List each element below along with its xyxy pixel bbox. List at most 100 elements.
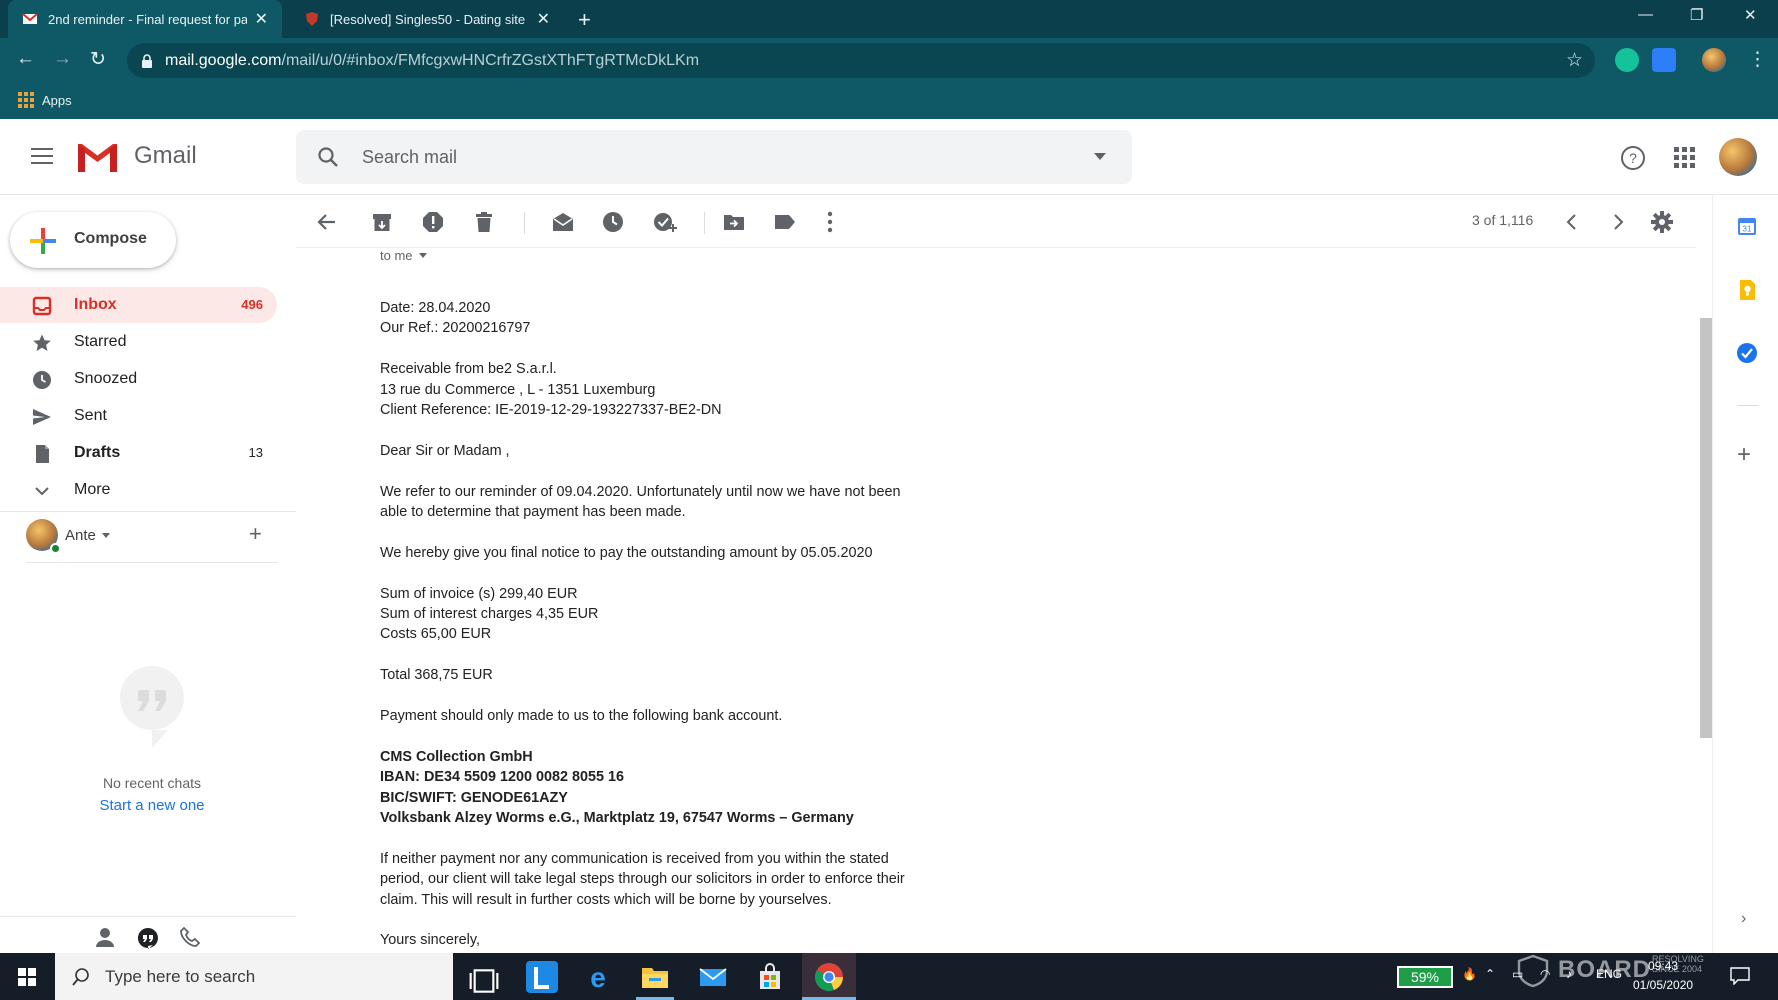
side-panel-divider: [1737, 405, 1759, 406]
taskbar-search[interactable]: Type here to search: [55, 953, 453, 1000]
plus-icon: [30, 228, 56, 254]
svg-text:?: ?: [1629, 150, 1637, 166]
battery-indicator[interactable]: 59%: [1397, 966, 1453, 988]
envelope-icon: [699, 968, 727, 986]
hide-side-panel-icon[interactable]: ›: [1741, 910, 1746, 928]
lightshot-app-icon[interactable]: [526, 961, 558, 993]
store-app-icon[interactable]: [754, 961, 786, 993]
message-toolbar: 3 of 1,116: [296, 196, 1696, 248]
body-line: able to determine that payment has been …: [380, 504, 686, 521]
nav-item-inbox[interactable]: Inbox 496: [0, 287, 277, 323]
tray-flame-icon[interactable]: 🔥: [1462, 967, 1477, 981]
archive-icon[interactable]: [371, 211, 393, 233]
search-options-icon[interactable]: [1094, 153, 1106, 160]
message-view: to me Date: 28.04.2020 Our Ref.: 2020021…: [380, 248, 1690, 953]
star-icon: [33, 334, 51, 351]
keep-icon[interactable]: [1736, 279, 1758, 301]
apps-bookmark[interactable]: Apps: [18, 92, 72, 108]
google-apps-icon[interactable]: [1672, 145, 1696, 169]
edge-app-icon[interactable]: e: [582, 961, 614, 993]
details-caret-icon[interactable]: [418, 253, 427, 258]
settings-gear-icon[interactable]: [1651, 211, 1673, 233]
url-field[interactable]: mail.google.com/mail/u/0/#inbox/FMfcgxwH…: [127, 43, 1595, 78]
gmail-wordmark: Gmail: [134, 142, 197, 169]
body-line: We refer to our reminder of 09.04.2020. …: [380, 483, 901, 500]
show-hidden-icons[interactable]: ⌃: [1485, 967, 1495, 981]
bank-line: Volksbank Alzey Worms e.G., Marktplatz 1…: [380, 810, 854, 827]
bookmark-star-icon[interactable]: ☆: [1566, 49, 1583, 72]
body-line: Our Ref.: 20200216797: [380, 320, 531, 337]
taskbar-search-placeholder: Type here to search: [105, 966, 256, 986]
browser-menu-icon[interactable]: ⋮: [1748, 48, 1767, 71]
back-to-inbox-icon[interactable]: [316, 211, 338, 233]
newer-icon[interactable]: [1562, 211, 1582, 233]
close-window-icon[interactable]: ✕: [1744, 6, 1757, 24]
restore-icon[interactable]: ❐: [1690, 6, 1703, 24]
user-name: Ante: [65, 527, 96, 544]
start-new-chat-link[interactable]: Start a new one: [0, 797, 304, 814]
help-icon[interactable]: ?: [1620, 145, 1646, 171]
label-icon[interactable]: [774, 211, 796, 233]
tab-title: 2nd reminder - Final request for payment: [48, 11, 247, 27]
delete-icon[interactable]: [473, 211, 495, 233]
pagination-text: 3 of 1,116: [1472, 212, 1534, 228]
main-menu-icon[interactable]: [31, 148, 53, 169]
minimize-icon[interactable]: —: [1638, 6, 1653, 23]
start-button-icon[interactable]: [18, 968, 36, 986]
browser-tab-singles50[interactable]: [Resolved] Singles50 - Dating site ✕: [290, 0, 564, 38]
close-tab-icon[interactable]: ✕: [537, 9, 550, 29]
extension-icon[interactable]: [1652, 48, 1676, 72]
snooze-icon[interactable]: [602, 211, 624, 233]
hangouts-chat-icon[interactable]: [136, 926, 160, 950]
user-menu-caret-icon[interactable]: [102, 533, 110, 538]
message-scrollbar[interactable]: [1700, 318, 1712, 738]
nav-divider: [0, 511, 296, 512]
nav-item-sent[interactable]: Sent: [0, 398, 277, 434]
recipient-details[interactable]: to me: [380, 248, 427, 263]
action-center-icon[interactable]: [1730, 967, 1750, 985]
grammarly-extension-icon[interactable]: [1615, 48, 1639, 72]
move-to-icon[interactable]: [723, 211, 745, 233]
tasks-icon[interactable]: [1736, 342, 1758, 364]
profile-avatar[interactable]: [1702, 48, 1726, 72]
older-icon[interactable]: [1608, 211, 1628, 233]
search-icon[interactable]: [316, 145, 340, 169]
chrome-app-active[interactable]: [802, 953, 856, 1000]
online-status-dot: [50, 543, 61, 554]
hangouts-user[interactable]: Ante +: [26, 519, 276, 554]
side-panel: 31 + ›: [1712, 195, 1778, 953]
draft-icon: [36, 445, 49, 463]
browser-tab-gmail[interactable]: 2nd reminder - Final request for payment…: [8, 0, 282, 38]
compose-button[interactable]: Compose: [10, 212, 176, 268]
draft-count: 13: [248, 445, 263, 460]
gmail-logo-icon: [78, 144, 117, 172]
mail-app-icon[interactable]: [697, 961, 729, 993]
report-spam-icon[interactable]: [422, 211, 444, 233]
mark-as-unread-icon[interactable]: [551, 211, 575, 233]
bank-line: IBAN: DE34 5509 1200 0082 8055 16: [380, 769, 625, 786]
calendar-icon[interactable]: 31: [1736, 215, 1758, 237]
add-chat-icon[interactable]: +: [249, 521, 262, 547]
close-tab-icon[interactable]: ✕: [255, 9, 268, 29]
file-explorer-app-icon[interactable]: [639, 961, 671, 993]
nav-item-more[interactable]: More: [0, 472, 277, 508]
add-to-tasks-icon[interactable]: [653, 211, 677, 233]
more-options-icon[interactable]: [826, 211, 834, 233]
nav-item-snoozed[interactable]: Snoozed: [0, 361, 277, 397]
body-line: We hereby give you final notice to pay t…: [380, 544, 873, 561]
phone-icon[interactable]: [179, 926, 201, 948]
task-view-icon[interactable]: [468, 965, 500, 997]
store-bag-icon: [760, 963, 780, 989]
search-input[interactable]: [362, 144, 1042, 170]
new-tab-icon[interactable]: +: [578, 7, 591, 33]
account-avatar[interactable]: [1719, 138, 1757, 176]
nav-item-drafts[interactable]: Drafts 13: [0, 435, 277, 471]
forward-icon[interactable]: →: [53, 48, 72, 70]
contacts-icon[interactable]: [94, 926, 116, 948]
unread-count: 496: [241, 297, 263, 312]
get-addons-icon[interactable]: +: [1737, 441, 1751, 469]
reload-icon[interactable]: ↻: [90, 48, 106, 71]
edge-glyph-icon: e: [590, 962, 606, 993]
nav-item-starred[interactable]: Starred: [0, 324, 277, 360]
back-icon[interactable]: ←: [16, 48, 35, 70]
